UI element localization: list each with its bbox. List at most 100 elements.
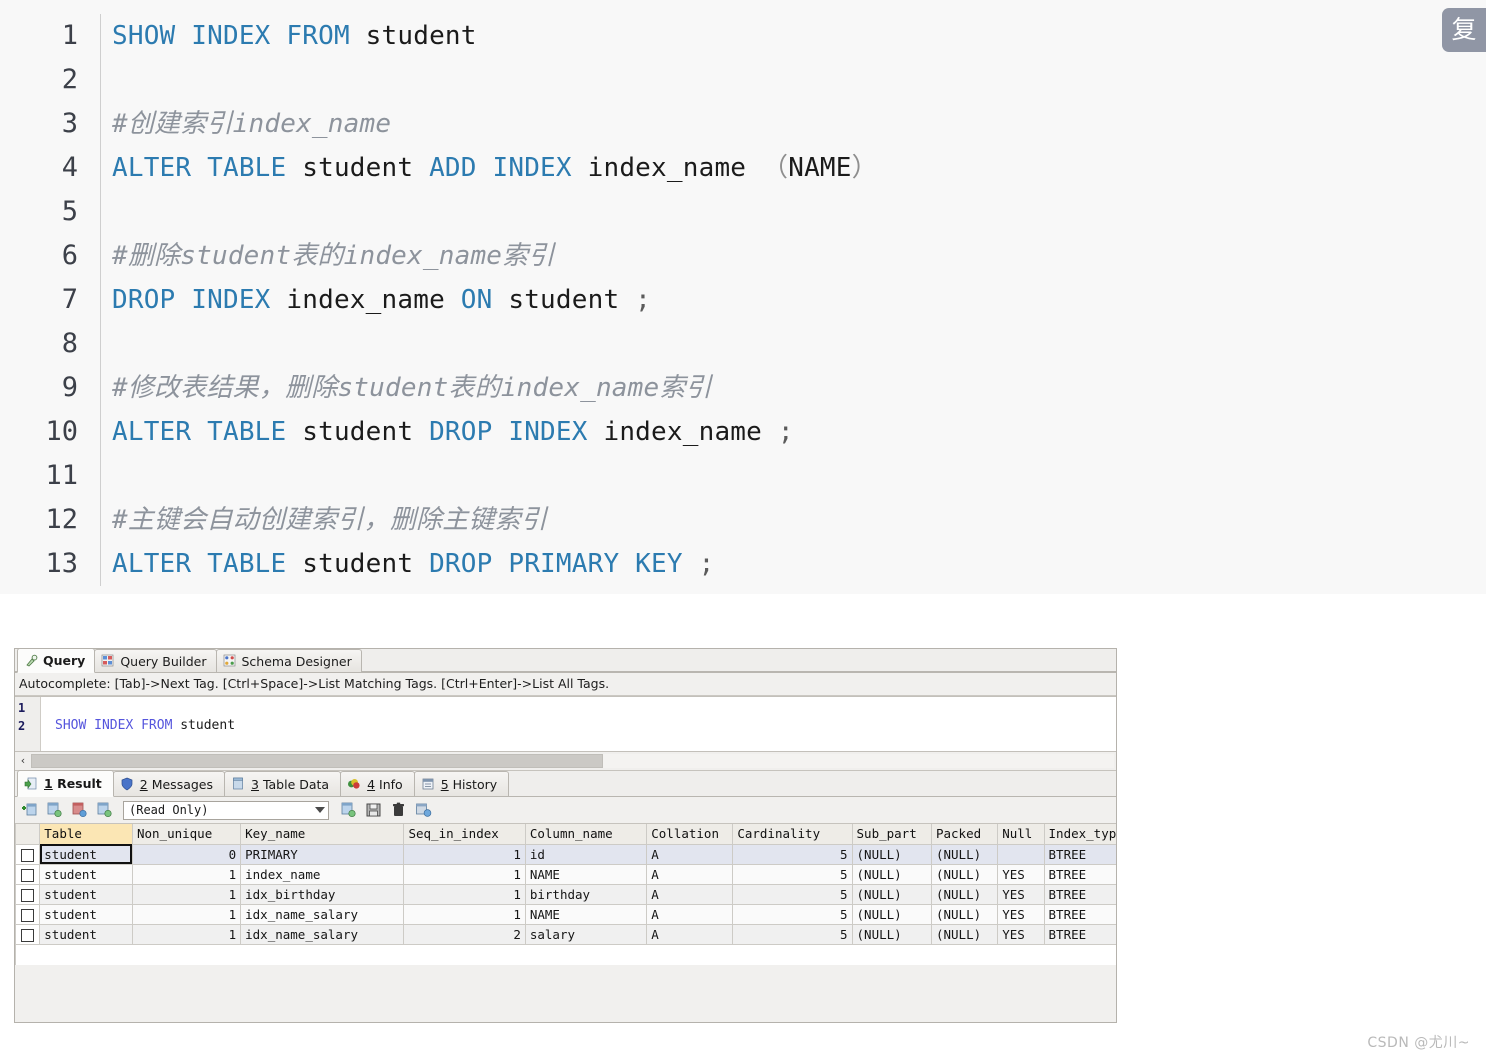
cell-seq_in_index[interactable]: 1 <box>403 903 526 925</box>
cell-null[interactable]: YES <box>997 923 1045 945</box>
cell-sub_part[interactable]: (NULL) <box>851 923 932 945</box>
cell-collation[interactable]: A <box>646 843 734 865</box>
cell-cardinality[interactable]: 5 <box>732 923 853 945</box>
scroll-thumb[interactable] <box>31 754 603 768</box>
row-checkbox[interactable] <box>21 888 35 902</box>
cell-null[interactable]: YES <box>997 883 1045 905</box>
cell-sub_part[interactable]: (NULL) <box>851 843 932 865</box>
refresh-record-icon[interactable] <box>94 800 114 820</box>
insert-record-icon[interactable] <box>19 800 39 820</box>
cell-table[interactable]: student <box>39 923 133 945</box>
post-edit-icon[interactable] <box>338 800 358 820</box>
column-header-packed[interactable]: Packed <box>930 824 999 845</box>
cell-key_name[interactable]: idx_name_salary <box>240 923 405 945</box>
cell-column_name[interactable]: NAME <box>524 903 648 925</box>
cell-collation[interactable]: A <box>646 903 734 925</box>
cell-packed[interactable]: (NULL) <box>930 863 999 885</box>
column-header-seq_in_index[interactable]: Seq_in_index <box>403 824 526 845</box>
cell-sub_part[interactable]: (NULL) <box>851 863 932 885</box>
cell-packed[interactable]: (NULL) <box>930 903 999 925</box>
sql-editor[interactable]: 12 SHOW INDEX FROM student <box>15 696 1116 752</box>
cell-packed[interactable]: (NULL) <box>930 843 999 865</box>
cell-column_name[interactable]: birthday <box>524 883 648 905</box>
duplicate-record-icon[interactable] <box>44 800 64 820</box>
tab-query[interactable]: Query <box>17 649 96 673</box>
cell-seq_in_index[interactable]: 1 <box>403 883 526 905</box>
cell-sub_part[interactable]: (NULL) <box>851 883 932 905</box>
row-checkbox-cell[interactable] <box>15 863 41 885</box>
result-grid[interactable]: Table Non_unique Key_name Seq_in_index Colum… <box>15 824 1116 965</box>
cell-table[interactable]: student <box>39 903 133 925</box>
scroll-left-arrow-icon[interactable]: ‹ <box>15 753 31 769</box>
tab-history[interactable]: 5 History <box>413 771 510 796</box>
save-icon[interactable] <box>363 800 383 820</box>
cell-key_name[interactable]: idx_birthday <box>240 883 405 905</box>
column-header-table[interactable]: Table <box>39 824 133 845</box>
row-checkbox[interactable] <box>21 928 35 942</box>
row-checkbox[interactable] <box>21 908 35 922</box>
row-checkbox[interactable] <box>21 868 35 882</box>
row-checkbox-cell[interactable] <box>15 843 41 865</box>
cell-null[interactable] <box>997 843 1045 865</box>
row-checkbox-cell[interactable] <box>15 923 41 945</box>
row-checkbox-cell[interactable] <box>15 903 41 925</box>
cell-column_name[interactable]: NAME <box>524 863 648 885</box>
editor-text-area[interactable]: SHOW INDEX FROM student <box>41 697 1116 751</box>
cell-index_type[interactable]: BTREE <box>1043 883 1116 905</box>
column-header-non_unique[interactable]: Non_unique <box>131 824 242 845</box>
cell-packed[interactable]: (NULL) <box>930 883 999 905</box>
cell-table[interactable]: student <box>39 843 133 865</box>
cell-seq_in_index[interactable]: 1 <box>403 843 526 865</box>
table-row[interactable]: student 1 idx_birthday 1 birthday A 5 (NULL) (NU… <box>15 883 1116 905</box>
column-header-collation[interactable]: Collation <box>646 824 734 845</box>
column-header-sub_part[interactable]: Sub_part <box>851 824 932 845</box>
cell-seq_in_index[interactable]: 1 <box>403 863 526 885</box>
cell-packed[interactable]: (NULL) <box>930 923 999 945</box>
cell-column_name[interactable]: id <box>524 843 648 865</box>
cell-key_name[interactable]: index_name <box>240 863 405 885</box>
cell-key_name[interactable]: idx_name_salary <box>240 903 405 925</box>
cell-index_type[interactable]: BTREE <box>1043 903 1116 925</box>
table-body[interactable]: student 0 PRIMARY 1 id A 5 (NULL) (NULL) BTREE stu… <box>15 843 1116 945</box>
delete-icon[interactable] <box>388 800 408 820</box>
table-row[interactable]: student 1 idx_name_salary 1 NAME A 5 (NULL) (NUL… <box>15 903 1116 925</box>
cell-cardinality[interactable]: 5 <box>732 843 853 865</box>
table-row[interactable]: student 1 idx_name_salary 2 salary A 5 (NULL) (N… <box>15 923 1116 945</box>
tab-result[interactable]: 1 Result <box>17 770 114 797</box>
cancel-edit-icon[interactable] <box>413 800 433 820</box>
tab-query-builder[interactable]: Query Builder <box>94 649 217 672</box>
cell-collation[interactable]: A <box>646 923 734 945</box>
tab-info[interactable]: 4 Info <box>340 771 415 796</box>
cell-column_name[interactable]: salary <box>524 923 648 945</box>
column-header-column_name[interactable]: Column_name <box>524 824 648 845</box>
select-all-header[interactable] <box>15 824 41 845</box>
cell-null[interactable]: YES <box>997 863 1045 885</box>
cell-non_unique[interactable]: 1 <box>131 903 242 925</box>
table-row[interactable]: student 1 index_name 1 NAME A 5 (NULL) (NULL) YES… <box>15 863 1116 885</box>
editor-horizontal-scrollbar[interactable]: ‹ <box>15 752 1116 771</box>
cell-index_type[interactable]: BTREE <box>1043 863 1116 885</box>
cell-seq_in_index[interactable]: 2 <box>403 923 526 945</box>
cell-table[interactable]: student <box>39 883 133 905</box>
cell-cardinality[interactable]: 5 <box>732 903 853 925</box>
column-header-cardinality[interactable]: Cardinality <box>732 824 853 845</box>
tab-table-data[interactable]: 3 Table Data <box>224 771 342 796</box>
column-header-index_type[interactable]: Index_type <box>1043 824 1116 845</box>
result-table[interactable]: Table Non_unique Key_name Seq_in_index Colum… <box>15 824 1116 945</box>
cell-index_type[interactable]: BTREE <box>1043 843 1116 865</box>
cell-non_unique[interactable]: 0 <box>131 843 242 865</box>
cell-table[interactable]: student <box>39 863 133 885</box>
row-checkbox-cell[interactable] <box>15 883 41 905</box>
edit-record-icon[interactable] <box>69 800 89 820</box>
column-header-key_name[interactable]: Key_name <box>240 824 405 845</box>
cell-non_unique[interactable]: 1 <box>131 883 242 905</box>
table-row[interactable]: student 0 PRIMARY 1 id A 5 (NULL) (NULL) BTREE <box>15 843 1116 865</box>
cell-non_unique[interactable]: 1 <box>131 863 242 885</box>
cell-cardinality[interactable]: 5 <box>732 863 853 885</box>
cell-index_type[interactable]: BTREE <box>1043 923 1116 945</box>
cell-key_name[interactable]: PRIMARY <box>240 843 405 865</box>
edit-mode-select[interactable]: (Read Only) <box>123 800 329 820</box>
cell-null[interactable]: YES <box>997 903 1045 925</box>
cell-cardinality[interactable]: 5 <box>732 883 853 905</box>
cell-sub_part[interactable]: (NULL) <box>851 903 932 925</box>
